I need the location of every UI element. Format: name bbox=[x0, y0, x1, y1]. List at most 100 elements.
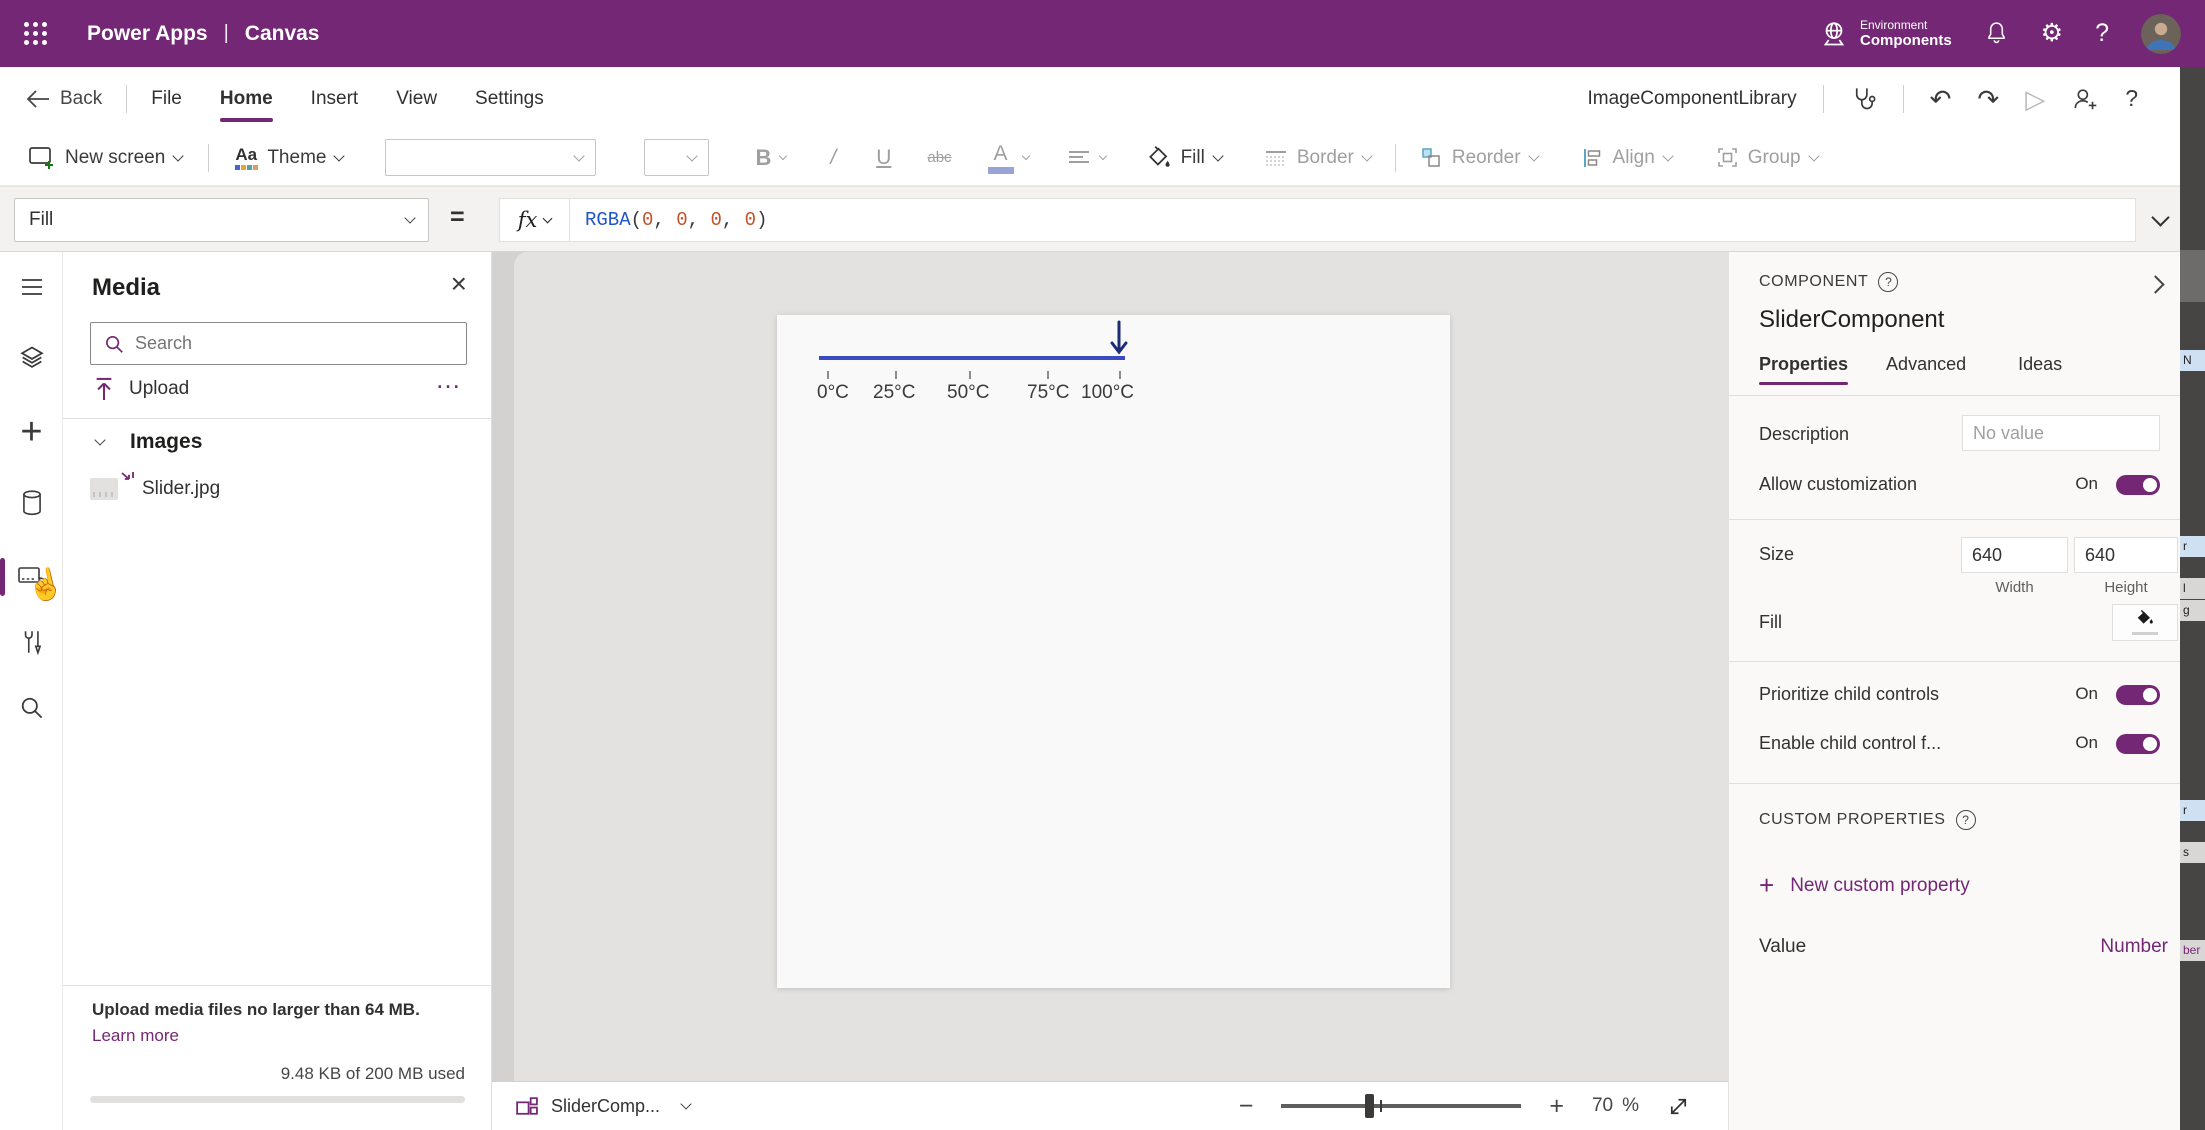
font-color-button[interactable]: A bbox=[987, 142, 1030, 174]
chevron-down-icon bbox=[404, 212, 416, 224]
component-switcher[interactable]: SliderComp... bbox=[514, 1094, 692, 1119]
slider-track bbox=[819, 356, 1125, 360]
tree-view-icon[interactable] bbox=[0, 336, 63, 380]
upload-button[interactable]: Upload bbox=[93, 376, 189, 402]
waffle-menu-icon[interactable] bbox=[24, 22, 47, 45]
chevron-down-icon bbox=[333, 149, 346, 162]
close-icon[interactable]: × bbox=[451, 270, 467, 298]
description-input[interactable] bbox=[1962, 415, 2160, 451]
tab-advanced[interactable]: Advanced bbox=[1886, 354, 1966, 385]
align-icon bbox=[1582, 147, 1604, 169]
allow-customization-toggle[interactable] bbox=[2116, 475, 2160, 495]
italic-button[interactable]: / bbox=[830, 146, 836, 170]
slider-scale-label: 50°C bbox=[947, 382, 990, 403]
hamburger-menu-icon[interactable] bbox=[0, 265, 63, 309]
data-database-icon[interactable] bbox=[0, 481, 63, 525]
user-avatar[interactable] bbox=[2141, 13, 2181, 54]
media-item-slider-jpg[interactable]: Slider.jpg bbox=[90, 466, 471, 512]
redo-icon[interactable]: ↷ bbox=[1977, 86, 1999, 112]
zoom-in-button[interactable]: + bbox=[1549, 1093, 1564, 1119]
custom-properties-label: CUSTOM PROPERTIES bbox=[1759, 811, 1946, 828]
app-checker-stethoscope-icon[interactable] bbox=[1850, 85, 1877, 112]
text-align-button[interactable] bbox=[1067, 149, 1107, 167]
media-panel-title: Media bbox=[92, 274, 161, 301]
help-icon[interactable]: ? bbox=[2125, 87, 2138, 110]
menu-item-file[interactable]: File bbox=[151, 84, 182, 114]
prioritize-child-controls-toggle[interactable] bbox=[2116, 685, 2160, 705]
chevron-down-icon bbox=[1212, 149, 1224, 162]
menu-item-home[interactable]: Home bbox=[219, 84, 273, 122]
zoom-slider-thumb[interactable] bbox=[1365, 1094, 1375, 1118]
divider bbox=[1729, 519, 2180, 520]
images-section-header[interactable]: Images bbox=[94, 430, 203, 454]
images-section-label: Images bbox=[130, 430, 203, 453]
formula-input[interactable]: RGBA(0, 0, 0, 0) bbox=[570, 209, 767, 231]
align-button[interactable]: Align bbox=[1582, 147, 1674, 169]
chevron-down-icon bbox=[779, 151, 788, 160]
font-size-dropdown[interactable] bbox=[644, 139, 710, 176]
tab-ideas[interactable]: Ideas bbox=[2018, 354, 2062, 385]
property-selector[interactable]: Fill bbox=[14, 198, 429, 242]
component-artboard[interactable]: 0°C 25°C 50°C 75°C 100°C bbox=[777, 315, 1450, 988]
font-family-dropdown[interactable] bbox=[385, 139, 597, 176]
edge-fragment: N bbox=[2180, 350, 2205, 371]
search-icon[interactable] bbox=[0, 685, 63, 729]
size-label: Size bbox=[1759, 544, 1795, 564]
tab-properties[interactable]: Properties bbox=[1759, 354, 1849, 385]
zoom-out-button[interactable]: − bbox=[1239, 1093, 1254, 1119]
advanced-tools-icon[interactable] bbox=[0, 620, 63, 664]
storage-progress-bar bbox=[90, 1096, 465, 1103]
chevron-down-icon bbox=[542, 213, 553, 223]
enable-child-control-label: Enable child control f... bbox=[1759, 733, 1942, 753]
value-type-link[interactable]: Number bbox=[2100, 936, 2168, 958]
width-input[interactable] bbox=[1961, 537, 2068, 573]
enable-child-control-toggle[interactable] bbox=[2116, 734, 2160, 754]
chevron-down-icon bbox=[1098, 151, 1107, 160]
collapse-panel-chevron[interactable] bbox=[2146, 275, 2165, 294]
property-selector-value: Fill bbox=[29, 209, 54, 230]
menu-item-insert[interactable]: Insert bbox=[311, 84, 359, 114]
fill-color-button[interactable] bbox=[2112, 604, 2178, 641]
group-button[interactable]: Group bbox=[1716, 146, 1820, 169]
help-icon[interactable]: ? bbox=[2095, 21, 2109, 46]
chevron-down-icon bbox=[1807, 149, 1820, 162]
back-button[interactable]: Back bbox=[26, 88, 102, 110]
component-switcher-label: SliderComp... bbox=[551, 1095, 661, 1116]
new-custom-property-button[interactable]: + New custom property bbox=[1759, 870, 1970, 901]
share-person-add-icon[interactable] bbox=[2071, 86, 2099, 112]
insert-plus-icon[interactable]: + bbox=[0, 410, 63, 454]
menu-item-settings[interactable]: Settings bbox=[475, 84, 544, 114]
fit-to-window-icon[interactable] bbox=[1667, 1095, 1690, 1118]
notifications-bell-icon[interactable] bbox=[1984, 20, 2009, 47]
zoom-slider[interactable] bbox=[1281, 1094, 1522, 1118]
chevron-down-icon bbox=[1527, 149, 1540, 162]
strikethrough-button[interactable]: abc bbox=[927, 149, 951, 166]
fill-button[interactable]: Fill bbox=[1146, 145, 1224, 171]
environment-picker[interactable]: Environment Components bbox=[1818, 18, 1952, 50]
brand-separator: | bbox=[223, 22, 229, 44]
undo-icon[interactable]: ↶ bbox=[1930, 86, 1952, 112]
slider-scale-label: 0°C bbox=[817, 382, 849, 403]
chevron-down-icon bbox=[686, 149, 699, 162]
component-header-label: COMPONENT bbox=[1759, 273, 1869, 290]
reorder-button[interactable]: Reorder bbox=[1420, 146, 1540, 169]
new-screen-button[interactable]: New screen bbox=[26, 144, 184, 171]
menu-item-view[interactable]: View bbox=[396, 84, 437, 114]
height-input[interactable] bbox=[2074, 537, 2178, 573]
play-preview-icon[interactable]: ▷ bbox=[2025, 86, 2045, 112]
expand-formula-bar-chevron[interactable] bbox=[2151, 208, 2170, 227]
settings-gear-icon[interactable]: ⚙ bbox=[2041, 21, 2063, 46]
help-circle-icon[interactable]: ? bbox=[1955, 810, 1976, 830]
help-circle-icon[interactable]: ? bbox=[1878, 272, 1899, 292]
divider bbox=[126, 84, 128, 113]
learn-more-link[interactable]: Learn more bbox=[92, 1026, 179, 1046]
underline-button[interactable]: U bbox=[876, 146, 891, 170]
value-property-label: Value bbox=[1759, 936, 1807, 957]
height-sublabel: Height bbox=[2104, 579, 2148, 596]
border-button[interactable]: Border bbox=[1264, 147, 1373, 169]
fx-dropdown[interactable]: fx bbox=[500, 199, 570, 241]
theme-button[interactable]: Aa Theme bbox=[235, 146, 346, 170]
more-options-icon[interactable]: … bbox=[435, 364, 463, 395]
search-input[interactable] bbox=[135, 333, 454, 354]
bold-button[interactable]: B bbox=[755, 145, 788, 171]
